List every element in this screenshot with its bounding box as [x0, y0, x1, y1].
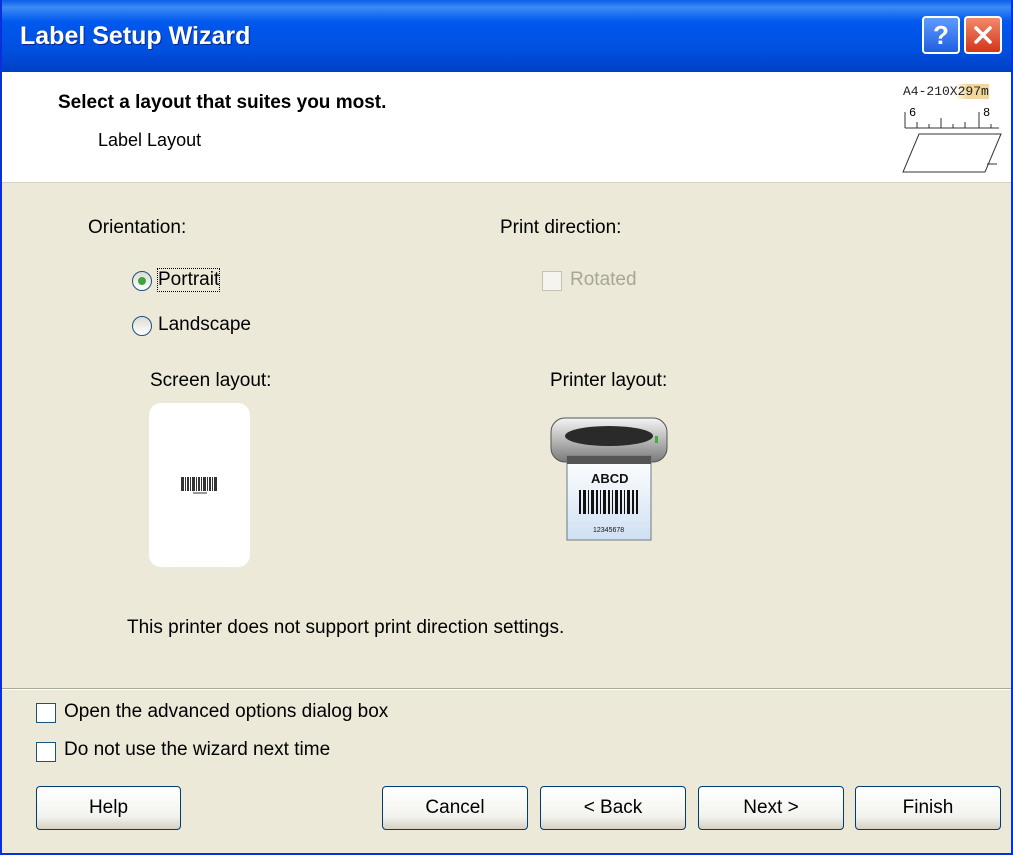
print-direction-label: Print direction: — [500, 217, 622, 238]
question-mark-icon: ? — [933, 19, 949, 50]
help-button[interactable]: Help — [36, 786, 181, 830]
wizard-window: Label Setup Wizard ? Select a layout tha… — [0, 0, 1013, 855]
printer-sample-number: 12345678 — [593, 527, 625, 534]
portrait-label[interactable]: Portrait — [156, 268, 221, 292]
cancel-button[interactable]: Cancel — [382, 786, 528, 830]
title-bar[interactable]: Label Setup Wizard ? — [2, 0, 1011, 72]
finish-button[interactable]: Finish — [855, 786, 1001, 830]
printer-layout-label: Printer layout: — [550, 370, 668, 391]
back-button[interactable]: < Back — [540, 786, 686, 830]
close-icon — [974, 26, 992, 44]
advanced-options-checkbox[interactable] — [36, 703, 56, 723]
separator — [2, 688, 1011, 690]
landscape-radio[interactable] — [132, 316, 152, 336]
next-button[interactable]: Next > — [698, 786, 844, 830]
close-button[interactable] — [964, 16, 1002, 54]
paper-size-text: A4-210X297m — [903, 84, 989, 99]
window-title: Label Setup Wizard — [20, 22, 251, 50]
page-title: Select a layout that suites you most. — [58, 92, 387, 113]
print-direction-notice: This printer does not support print dire… — [127, 617, 565, 638]
orientation-label: Orientation: — [88, 217, 187, 238]
barcode-icon — [181, 477, 217, 494]
screen-layout-preview — [149, 403, 250, 567]
advanced-options-label[interactable]: Open the advanced options dialog box — [64, 701, 388, 723]
no-wizard-checkbox[interactable] — [36, 742, 56, 762]
ruler-mark-6: 6 — [909, 106, 917, 120]
printer-layout-preview: ABCD 12345678 — [547, 410, 672, 545]
page-subtitle: Label Layout — [98, 130, 202, 150]
rotated-label: Rotated — [570, 269, 637, 290]
printer-sample-text: ABCD — [591, 471, 629, 486]
wizard-header: Select a layout that suites you most. La… — [2, 72, 1011, 183]
ruler-mark-8: 8 — [983, 106, 991, 120]
no-wizard-label[interactable]: Do not use the wizard next time — [64, 739, 330, 761]
screen-layout-label: Screen layout: — [150, 370, 272, 391]
paper-ruler-icon: A4-210X297m 6 8 — [897, 84, 1007, 179]
portrait-radio[interactable] — [132, 271, 152, 291]
rotated-checkbox — [542, 271, 562, 291]
landscape-label[interactable]: Landscape — [158, 314, 251, 336]
help-title-button[interactable]: ? — [922, 16, 960, 54]
